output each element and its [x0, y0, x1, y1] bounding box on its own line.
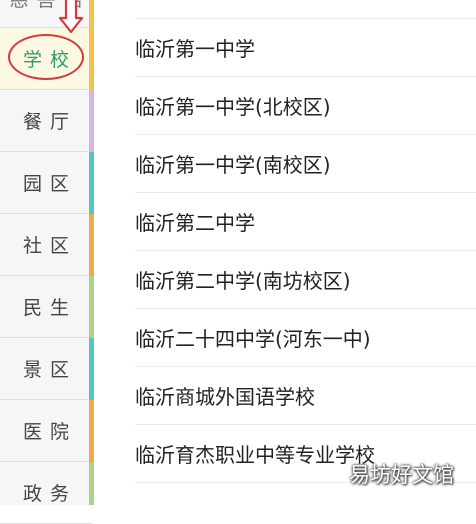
- list-item-label: 临沂第二中学: [135, 211, 255, 235]
- list-item[interactable]: 临沂商城外国语学校: [135, 367, 476, 425]
- sidebar-item-restaurant[interactable]: 餐厅: [0, 90, 92, 152]
- sidebar-item-park[interactable]: 园区: [0, 152, 92, 214]
- list-item-label: 临沂育杰职业中等专业学校: [135, 443, 375, 467]
- sidebar-stripe: [89, 0, 94, 28]
- sidebar-item-livelihood[interactable]: 民生: [0, 276, 92, 338]
- sidebar-item-community[interactable]: 社区: [0, 214, 92, 276]
- sidebar-item-label: 医院: [22, 421, 77, 443]
- list-item-label: 临沂第一中学(北校区): [135, 95, 331, 119]
- sidebar-stripe: [89, 276, 94, 338]
- list-item-label: 临沂二十四中学(河东一中): [135, 327, 371, 351]
- sidebar-item-government[interactable]: 政务: [0, 462, 92, 524]
- sidebar-stripe: [89, 28, 94, 90]
- list-item-label: 临沂第一中学: [135, 37, 255, 61]
- list-item-partial: [135, 0, 476, 19]
- sidebar-stripe: [89, 462, 94, 505]
- list-item[interactable]: 临沂第一中学(南校区): [135, 135, 476, 193]
- sidebar-item-label: 政务: [22, 483, 77, 505]
- sidebar-stripe: [89, 400, 94, 462]
- sidebar-item-label: 景区: [22, 359, 77, 381]
- sidebar-item-label: 社区: [22, 235, 77, 257]
- watermark: 易坊好文馆: [349, 463, 454, 487]
- sidebar-item-label: 园区: [22, 173, 77, 195]
- sidebar-item-label: 餐厅: [22, 111, 77, 133]
- list-item-label: 临沂第二中学(南坊校区): [135, 269, 351, 293]
- list-item-label: 临沂第一中学(南校区): [135, 153, 331, 177]
- list-item[interactable]: 临沂第二中学: [135, 193, 476, 251]
- red-circle-annotation: [8, 34, 84, 80]
- list-item[interactable]: 临沂第一中学: [135, 19, 476, 77]
- sidebar-stripe: [89, 338, 94, 400]
- list-item[interactable]: 临沂第二中学(南坊校区): [135, 251, 476, 309]
- sidebar-item-scenic[interactable]: 景区: [0, 338, 92, 400]
- sidebar-stripe: [89, 152, 94, 214]
- list-item[interactable]: 临沂第一中学(北校区): [135, 77, 476, 135]
- sidebar-item-label: 民生: [22, 297, 77, 319]
- sidebar-stripe: [89, 214, 94, 276]
- sidebar-item-hospital[interactable]: 医院: [0, 400, 92, 462]
- list-item-label: 临沂商城外国语学校: [135, 385, 315, 409]
- sidebar-stripe: [89, 90, 94, 152]
- arrow-down-icon: [58, 0, 84, 34]
- list-item[interactable]: 临沂二十四中学(河东一中): [135, 309, 476, 367]
